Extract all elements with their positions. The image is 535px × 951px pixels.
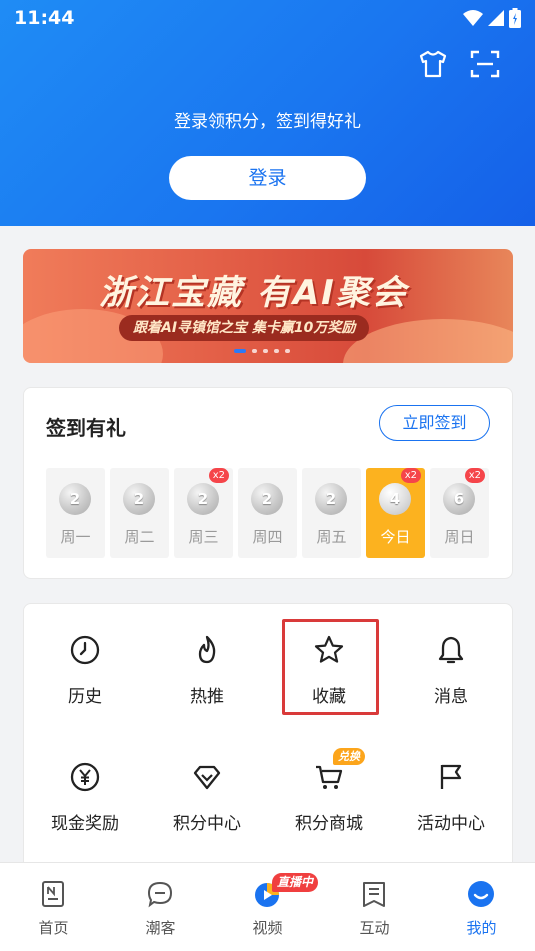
- points-coin: 2: [187, 483, 219, 515]
- banner-pagination: [234, 349, 290, 353]
- signin-days: 2 周一 2 周二 2 周三 x2 2 周四 2 周五 4 今日 x2 6 周日…: [46, 468, 489, 558]
- day-label: 周五: [316, 528, 347, 546]
- feature-points-mall[interactable]: 积分商城: [268, 741, 390, 841]
- points-coin: 4: [379, 483, 411, 515]
- signin-button[interactable]: 立即签到: [379, 405, 490, 441]
- banner-subtitle: 跟着AI寻镇馆之宝 集卡赢10万奖励: [119, 315, 370, 341]
- signin-day-today[interactable]: 4 今日 x2: [366, 468, 425, 558]
- interact-icon: [363, 882, 385, 907]
- feature-label: 积分中心: [173, 814, 241, 834]
- double-badge: x2: [400, 468, 421, 483]
- yuan-coin-icon: [70, 762, 100, 792]
- nav-label: 潮客: [145, 919, 176, 937]
- battery-icon: [509, 8, 521, 28]
- feature-activity-center[interactable]: 活动中心: [390, 741, 512, 841]
- signin-day[interactable]: 2 周一: [46, 468, 105, 558]
- bell-icon: [438, 636, 464, 664]
- signal-icon: [488, 10, 504, 26]
- chat-icon: [147, 881, 173, 908]
- day-label: 周四: [252, 528, 283, 546]
- day-label: 周日: [444, 528, 475, 546]
- feature-messages[interactable]: 消息: [390, 614, 512, 714]
- feature-label: 现金奖励: [51, 814, 119, 834]
- diamond-icon: [193, 765, 221, 790]
- live-badge: 直播中: [272, 873, 319, 892]
- signin-card: 签到有礼 立即签到 2 周一 2 周二 2 周三 x2 2 周四 2 周五 4 …: [23, 387, 513, 579]
- flame-icon: [198, 635, 216, 664]
- signin-day[interactable]: 2 周四: [238, 468, 297, 558]
- feature-label: 积分商城: [295, 814, 363, 834]
- wifi-icon: [463, 10, 483, 26]
- feature-label: 历史: [68, 687, 102, 707]
- pagination-dot-active: [234, 349, 246, 353]
- day-label: 周三: [188, 528, 219, 546]
- feature-cash-rewards[interactable]: 现金奖励: [24, 741, 146, 841]
- exchange-badge: 兑换: [333, 748, 365, 765]
- profile-header: 11:44 登录领积分，签到得好礼 登录: [0, 0, 535, 226]
- flag-icon: [440, 764, 462, 789]
- promo-banner[interactable]: 浙江宝藏 有AI聚会 跟着AI寻镇馆之宝 集卡赢10万奖励: [23, 249, 513, 363]
- day-label: 今日: [380, 528, 411, 546]
- points-coin: 2: [59, 483, 91, 515]
- news-icon: [42, 881, 64, 907]
- login-button[interactable]: 登录: [169, 156, 366, 200]
- pagination-dot: [252, 349, 257, 353]
- feature-history[interactable]: 历史: [24, 614, 146, 714]
- bottom-nav: 首页 潮客 直播中 视频 互动 我的: [0, 862, 535, 951]
- nav-label: 视频: [252, 919, 283, 937]
- nav-home[interactable]: 首页: [0, 863, 107, 951]
- feature-label: 消息: [434, 687, 468, 707]
- login-prompt: 登录领积分，签到得好礼: [174, 112, 361, 132]
- nav-video[interactable]: 直播中 视频: [214, 863, 321, 951]
- pagination-dot: [263, 349, 268, 353]
- tshirt-icon[interactable]: [417, 48, 449, 80]
- banner-title: 浙江宝藏 有AI聚会: [99, 273, 408, 313]
- feature-grid: 历史 热推 收藏 消息 现金奖励 积分中心 积分商城 活动中心 兑换: [23, 603, 513, 873]
- pagination-dot: [274, 349, 279, 353]
- nav-label: 我的: [466, 919, 497, 937]
- points-coin: 2: [123, 483, 155, 515]
- double-badge: x2: [208, 468, 229, 483]
- signin-title: 签到有礼: [46, 416, 126, 440]
- clock-icon: [70, 635, 100, 665]
- nav-label: 互动: [359, 919, 390, 937]
- status-icons: [463, 8, 521, 28]
- feature-label: 活动中心: [417, 814, 485, 834]
- cart-icon: [316, 765, 343, 789]
- feature-hot[interactable]: 热推: [146, 614, 268, 714]
- signin-day[interactable]: 2 周二: [110, 468, 169, 558]
- day-label: 周二: [124, 528, 155, 546]
- nav-interact[interactable]: 互动: [321, 863, 428, 951]
- points-coin: 6: [443, 483, 475, 515]
- signin-day[interactable]: 2 周五: [302, 468, 361, 558]
- points-coin: 2: [251, 483, 283, 515]
- status-bar: 11:44: [0, 0, 535, 36]
- double-badge: x2: [464, 468, 485, 483]
- feature-points-center[interactable]: 积分中心: [146, 741, 268, 841]
- signin-day[interactable]: 6 周日 x2: [430, 468, 489, 558]
- scan-icon[interactable]: [469, 48, 501, 80]
- status-time: 11:44: [14, 7, 75, 29]
- points-coin: 2: [315, 483, 347, 515]
- signin-day[interactable]: 2 周三 x2: [174, 468, 233, 558]
- nav-chaoke[interactable]: 潮客: [107, 863, 214, 951]
- profile-icon: [468, 881, 494, 907]
- feature-label: 热推: [190, 687, 224, 707]
- pagination-dot: [285, 349, 290, 353]
- favorites-highlight-box: [282, 619, 379, 715]
- nav-label: 首页: [38, 919, 69, 937]
- nav-mine[interactable]: 我的: [428, 863, 535, 951]
- day-label: 周一: [60, 528, 91, 546]
